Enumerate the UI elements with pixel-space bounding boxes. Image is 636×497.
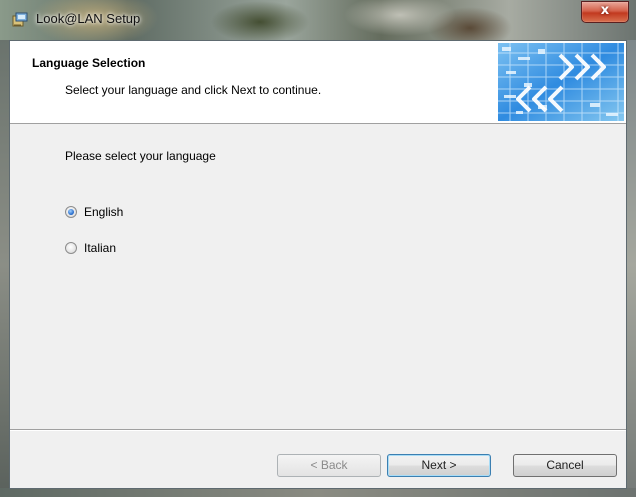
radio-button-icon[interactable] <box>65 242 77 254</box>
radio-english-label[interactable]: English <box>84 205 123 219</box>
window-frame-bottom <box>0 488 636 497</box>
radio-selected-dot <box>68 209 74 215</box>
page-subtitle: Select your language and click Next to c… <box>65 83 322 97</box>
footer-divider <box>10 429 626 431</box>
window-title: Look@LAN Setup <box>36 11 141 26</box>
installer-icon <box>12 12 28 27</box>
dialog-client-area: Language Selection Select your language … <box>9 40 627 489</box>
network-arrows-banner <box>498 43 624 121</box>
window-frame-left <box>0 40 9 490</box>
wizard-header: Language Selection Select your language … <box>10 41 626 124</box>
title-bar[interactable]: Look@LAN Setup x <box>0 0 636 40</box>
close-icon: x <box>600 3 610 18</box>
close-button[interactable]: x <box>581 1 629 23</box>
language-prompt: Please select your language <box>65 149 216 163</box>
back-button[interactable]: < Back <box>277 454 381 477</box>
next-button[interactable]: Next > <box>387 454 491 477</box>
radio-button-icon[interactable] <box>65 206 77 218</box>
radio-italian-label[interactable]: Italian <box>84 241 116 255</box>
cancel-button[interactable]: Cancel <box>513 454 617 477</box>
window-frame-right <box>627 40 636 490</box>
page-title: Language Selection <box>32 56 146 70</box>
